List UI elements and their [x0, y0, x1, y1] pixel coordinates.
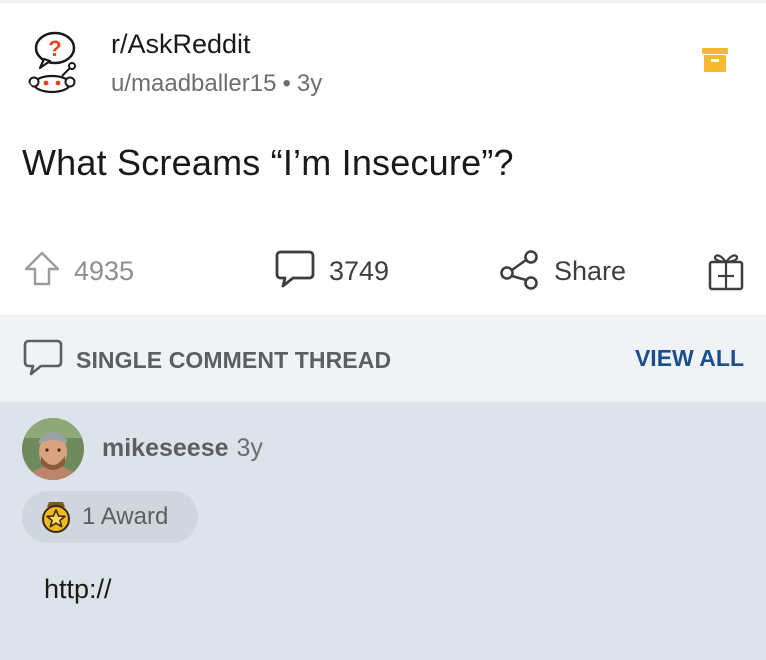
comment: mikeseese 3y 1 Award http:// [0, 402, 766, 660]
share-label: Share [554, 255, 627, 286]
view-all-link[interactable]: VIEW ALL [635, 345, 744, 372]
post-age: 3y [296, 70, 323, 97]
upvote-button[interactable]: 4935 [22, 248, 134, 294]
award-label: 1 Award [82, 503, 169, 530]
meta-separator: • [282, 70, 291, 97]
comments-button[interactable]: 3749 [273, 248, 389, 294]
share-button[interactable]: Share [498, 248, 626, 294]
avatar[interactable] [22, 418, 84, 480]
post-title[interactable]: What Screams “I’m Insecure”? [22, 142, 514, 184]
subreddit-icon[interactable]: ? [22, 26, 94, 98]
upvote-icon[interactable] [22, 249, 62, 294]
svg-text:?: ? [48, 36, 61, 61]
comment-age: 3y [236, 434, 263, 462]
vote-count: 4935 [74, 255, 135, 286]
award-icon [38, 499, 74, 535]
comment-icon [273, 248, 317, 295]
thread-label-text: SINGLE COMMENT THREAD [76, 347, 392, 373]
comment-author[interactable]: mikeseese 3y [102, 434, 263, 463]
comment-body[interactable]: http:// [44, 574, 112, 605]
comment-count: 3749 [329, 255, 390, 286]
post-meta: u/maadballer15 • 3y [111, 70, 322, 98]
award-badge[interactable]: 1 Award [22, 491, 198, 543]
subreddit-name[interactable]: r/AskReddit [111, 29, 251, 60]
thread-comment-icon [22, 338, 64, 383]
comment-author-name[interactable]: mikeseese [102, 434, 229, 462]
thread-label: SINGLE COMMENT THREAD [22, 338, 391, 383]
post-author[interactable]: u/maadballer15 [111, 70, 276, 97]
post-action-bar: 4935 3749 Share [0, 238, 766, 304]
top-divider [0, 0, 766, 3]
post-header: ? r/AskReddit u/maadballer15 • 3y [22, 26, 752, 102]
single-thread-bar: SINGLE COMMENT THREAD VIEW ALL [0, 314, 766, 402]
gift-icon[interactable] [704, 248, 748, 294]
save-icon[interactable] [698, 43, 732, 77]
share-icon [498, 247, 542, 296]
